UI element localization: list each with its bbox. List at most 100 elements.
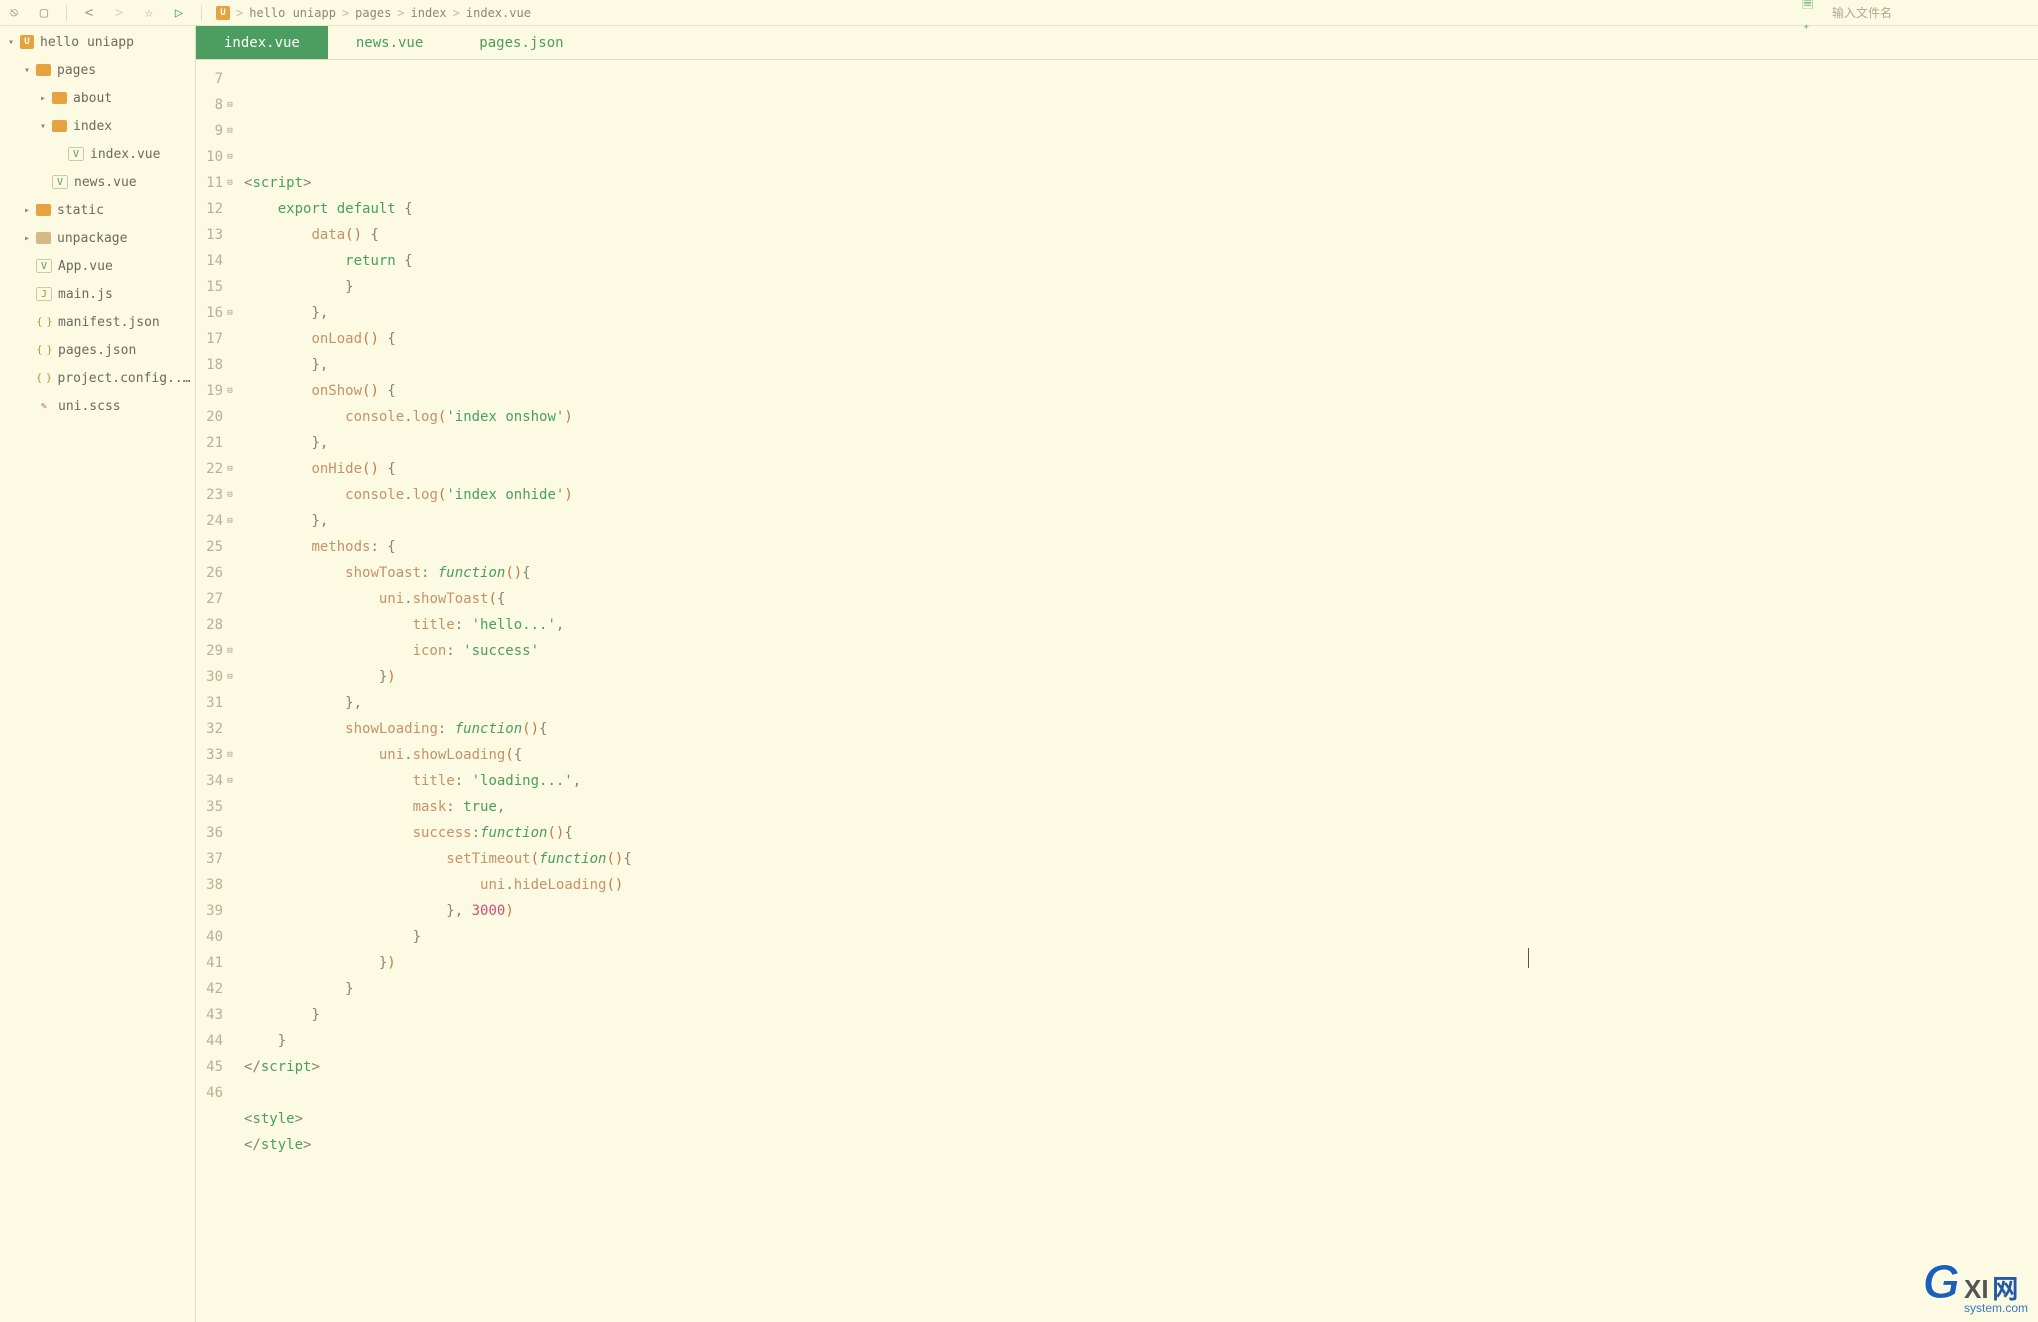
- code-line[interactable]: <script>: [244, 170, 2038, 196]
- fold-icon[interactable]: ⊟: [226, 456, 234, 482]
- vue-icon: [36, 259, 52, 273]
- folder-item[interactable]: ▸unpackage: [0, 224, 195, 252]
- code-line[interactable]: </script>: [244, 1054, 2038, 1080]
- editor-tab[interactable]: index.vue: [196, 26, 328, 59]
- chevron-down-icon[interactable]: ▾: [38, 121, 48, 132]
- breadcrumb-item[interactable]: pages: [355, 6, 391, 20]
- breadcrumb-item[interactable]: index: [411, 6, 447, 20]
- code-line[interactable]: }: [244, 1028, 2038, 1054]
- code-line[interactable]: uni.showLoading({: [244, 742, 2038, 768]
- code-line[interactable]: }: [244, 1002, 2038, 1028]
- code-line[interactable]: [244, 1080, 2038, 1106]
- breadcrumb-item[interactable]: index.vue: [466, 6, 531, 20]
- fold-icon[interactable]: ⊟: [226, 378, 234, 404]
- folder-item[interactable]: ▾Uhello uniapp: [0, 28, 195, 56]
- editor-tabs: index.vuenews.vuepages.json: [196, 26, 2038, 60]
- chevron-right-icon[interactable]: ▸: [38, 93, 48, 104]
- fold-icon[interactable]: ⊟: [226, 768, 234, 794]
- code-line[interactable]: [244, 144, 2038, 170]
- forward-icon[interactable]: >: [111, 5, 127, 21]
- code-line[interactable]: onHide() {: [244, 456, 2038, 482]
- code-line[interactable]: [244, 1158, 2038, 1184]
- code-line[interactable]: },: [244, 430, 2038, 456]
- code-line[interactable]: },: [244, 690, 2038, 716]
- code-line[interactable]: onLoad() {: [244, 326, 2038, 352]
- tree-item-label: about: [73, 91, 112, 106]
- code-line[interactable]: success:function(){: [244, 820, 2038, 846]
- code-line[interactable]: methods: {: [244, 534, 2038, 560]
- fold-icon[interactable]: ⊟: [226, 92, 234, 118]
- file-item[interactable]: uni.scss: [0, 392, 195, 420]
- code-line[interactable]: icon: 'success': [244, 638, 2038, 664]
- star-icon[interactable]: ☆: [141, 5, 157, 21]
- chevron-down-icon[interactable]: ▾: [22, 65, 32, 76]
- breadcrumb-item[interactable]: hello uniapp: [249, 6, 336, 20]
- code-line[interactable]: showLoading: function(){: [244, 716, 2038, 742]
- save-icon[interactable]: ▢: [36, 5, 52, 21]
- code-line[interactable]: },: [244, 300, 2038, 326]
- code-line[interactable]: return {: [244, 248, 2038, 274]
- line-number: 20: [196, 404, 240, 430]
- folder-item[interactable]: ▾pages: [0, 56, 195, 84]
- folder-item[interactable]: ▸static: [0, 196, 195, 224]
- chevron-right-icon[interactable]: ▸: [22, 233, 32, 244]
- file-item[interactable]: manifest.json: [0, 308, 195, 336]
- terminal-icon[interactable]: ⎋: [6, 5, 22, 21]
- code-editor[interactable]: 78⊟9⊟10⊟11⊟1213141516⊟171819⊟202122⊟23⊟2…: [196, 60, 2038, 1322]
- code-line[interactable]: title: 'hello...',: [244, 612, 2038, 638]
- filename-search-input[interactable]: [1832, 6, 2032, 20]
- fold-icon[interactable]: ⊟: [226, 482, 234, 508]
- fold-icon[interactable]: ⊟: [226, 664, 234, 690]
- code-line[interactable]: console.log('index onshow'): [244, 404, 2038, 430]
- file-item[interactable]: news.vue: [0, 168, 195, 196]
- code-content[interactable]: <script> export default { data() { retur…: [244, 60, 2038, 1322]
- file-item[interactable]: main.js: [0, 280, 195, 308]
- code-line[interactable]: uni.hideLoading(): [244, 872, 2038, 898]
- code-line[interactable]: export default {: [244, 196, 2038, 222]
- code-line[interactable]: },: [244, 352, 2038, 378]
- fold-icon[interactable]: ⊟: [226, 638, 234, 664]
- code-line[interactable]: <style>: [244, 1106, 2038, 1132]
- folder-item[interactable]: ▸ about: [0, 84, 195, 112]
- fold-icon[interactable]: ⊟: [226, 170, 234, 196]
- chevron-down-icon[interactable]: ▾: [6, 37, 16, 48]
- back-icon[interactable]: <: [81, 5, 97, 21]
- fold-icon[interactable]: ⊟: [226, 118, 234, 144]
- file-item[interactable]: project.config....: [0, 364, 195, 392]
- code-line[interactable]: }: [244, 924, 2038, 950]
- run-icon[interactable]: ▷: [171, 5, 187, 21]
- fold-icon[interactable]: ⊟: [226, 742, 234, 768]
- code-line[interactable]: title: 'loading...',: [244, 768, 2038, 794]
- code-line[interactable]: }): [244, 664, 2038, 690]
- folder-icon: [36, 232, 51, 244]
- code-line[interactable]: console.log('index onhide'): [244, 482, 2038, 508]
- code-line[interactable]: mask: true,: [244, 794, 2038, 820]
- fold-icon[interactable]: ⊟: [226, 508, 234, 534]
- editor-tab[interactable]: pages.json: [451, 26, 591, 59]
- code-line[interactable]: }: [244, 274, 2038, 300]
- code-line[interactable]: }): [244, 950, 2038, 976]
- fold-icon[interactable]: ⊟: [226, 144, 234, 170]
- line-number: 8⊟: [196, 92, 240, 118]
- file-item[interactable]: App.vue: [0, 252, 195, 280]
- folder-item[interactable]: ▾ index: [0, 112, 195, 140]
- watermark-g: G: [1923, 1264, 1960, 1302]
- file-item[interactable]: pages.json: [0, 336, 195, 364]
- new-file-icon[interactable]: 🗎₊: [1802, 5, 1818, 21]
- code-line[interactable]: data() {: [244, 222, 2038, 248]
- code-line[interactable]: }: [244, 976, 2038, 1002]
- code-line[interactable]: setTimeout(function(){: [244, 846, 2038, 872]
- fold-icon[interactable]: ⊟: [226, 300, 234, 326]
- chevron-right-icon[interactable]: ▸: [22, 205, 32, 216]
- file-item[interactable]: index.vue: [0, 140, 195, 168]
- tree-item-label: index: [73, 119, 112, 134]
- code-line[interactable]: uni.showToast({: [244, 586, 2038, 612]
- line-number: 34⊟: [196, 768, 240, 794]
- code-line[interactable]: </style>: [244, 1132, 2038, 1158]
- code-line[interactable]: }, 3000): [244, 898, 2038, 924]
- code-line[interactable]: showToast: function(){: [244, 560, 2038, 586]
- line-number: 28: [196, 612, 240, 638]
- code-line[interactable]: },: [244, 508, 2038, 534]
- editor-tab[interactable]: news.vue: [328, 26, 451, 59]
- code-line[interactable]: onShow() {: [244, 378, 2038, 404]
